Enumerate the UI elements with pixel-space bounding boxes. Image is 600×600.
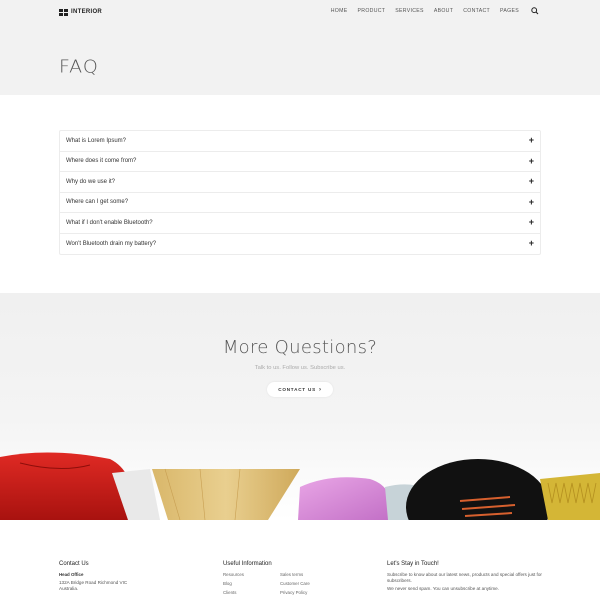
faq-question: What if I don't enable Bluetooth?	[66, 219, 153, 226]
faq-item[interactable]: Where can I get some? +	[60, 193, 540, 213]
faq-question: Won't Bluetooth drain my battery?	[66, 240, 157, 247]
logo[interactable]: INTERIOR	[59, 7, 102, 17]
page-title: FAQ	[59, 56, 99, 78]
nav-services[interactable]: SERVICES	[390, 8, 429, 14]
more-questions-subtitle: Talk to us. Follow us. Subscribe us.	[254, 365, 346, 371]
footer-useful-info: Useful Information Resources Blog Client…	[223, 561, 310, 595]
footer-link-clients[interactable]: Clients	[223, 590, 244, 595]
faq-item[interactable]: Won't Bluetooth drain my battery? +	[60, 234, 540, 255]
footer-contact: Contact Us Head Office 132A Bridge Road …	[59, 561, 127, 592]
plus-icon[interactable]: +	[529, 239, 534, 248]
contact-us-label: CONTACT US	[278, 387, 316, 392]
nav-product[interactable]: PRODUCT	[353, 8, 391, 14]
page-header: INTERIOR HOME PRODUCT SERVICES ABOUT CON…	[0, 0, 600, 95]
faq-item[interactable]: What is Lorem Ipsum? +	[60, 131, 540, 152]
nav-pages[interactable]: PAGES	[495, 8, 524, 14]
search-icon[interactable]	[530, 6, 540, 16]
nav-contact[interactable]: CONTACT	[458, 8, 495, 14]
address-line-2: Australia.	[59, 586, 79, 591]
plus-icon[interactable]: +	[529, 156, 534, 166]
more-questions-section: More Questions? Talk to us. Follow us. S…	[0, 293, 600, 520]
furniture-image	[0, 452, 600, 520]
newsletter-text: Subscribe to know about our latest news,…	[387, 572, 542, 583]
footer-link-sales-terms[interactable]: Sales terms	[280, 572, 310, 577]
plus-icon[interactable]: +	[529, 177, 534, 186]
footer-link-blog[interactable]: Blog	[223, 581, 244, 586]
plus-icon[interactable]: +	[529, 197, 534, 207]
nav-home[interactable]: HOME	[326, 8, 353, 14]
footer-useful-heading: Useful Information	[223, 561, 272, 567]
faq-item[interactable]: What if I don't enable Bluetooth? +	[60, 213, 540, 234]
faq-accordion: What is Lorem Ipsum? + Where does it com…	[59, 130, 541, 255]
newsletter-spam-note: We never send spam. You can unsubscribe …	[387, 586, 500, 591]
footer-newsletter-heading: Let's Stay in Touch!	[387, 561, 439, 567]
faq-item[interactable]: Where does it come from? +	[60, 152, 540, 172]
footer-link-customer-care[interactable]: Customer Care	[280, 581, 310, 586]
contact-us-button[interactable]: CONTACT US ›	[267, 382, 333, 397]
footer-newsletter: Let's Stay in Touch! Subscribe to know a…	[387, 561, 547, 592]
chevron-right-icon: ›	[318, 386, 322, 393]
footer-link-resources[interactable]: Resources	[223, 572, 244, 577]
footer-links: Resources Blog Clients Sales terms Custo…	[223, 572, 310, 595]
footer-contact-heading: Contact Us	[59, 561, 89, 567]
grid-icon	[59, 8, 68, 16]
faq-question: Where can I get some?	[66, 199, 129, 206]
faq-question: Why do we use it?	[66, 178, 116, 185]
plus-icon[interactable]: +	[529, 218, 534, 227]
nav-about[interactable]: ABOUT	[429, 8, 458, 14]
head-office-label: Head Office	[59, 572, 84, 577]
page-footer: Contact Us Head Office 132A Bridge Road …	[0, 520, 600, 600]
more-questions-title: More Questions?	[222, 337, 378, 358]
main-nav: HOME PRODUCT SERVICES ABOUT CONTACT PAGE…	[326, 6, 540, 16]
faq-question: What is Lorem Ipsum?	[66, 137, 127, 144]
faq-item[interactable]: Why do we use it? +	[60, 172, 540, 193]
footer-link-privacy-policy[interactable]: Privacy Policy	[280, 590, 310, 595]
plus-icon[interactable]: +	[529, 136, 534, 145]
faq-question: Where does it come from?	[66, 158, 137, 165]
logo-text: INTERIOR	[71, 9, 103, 15]
